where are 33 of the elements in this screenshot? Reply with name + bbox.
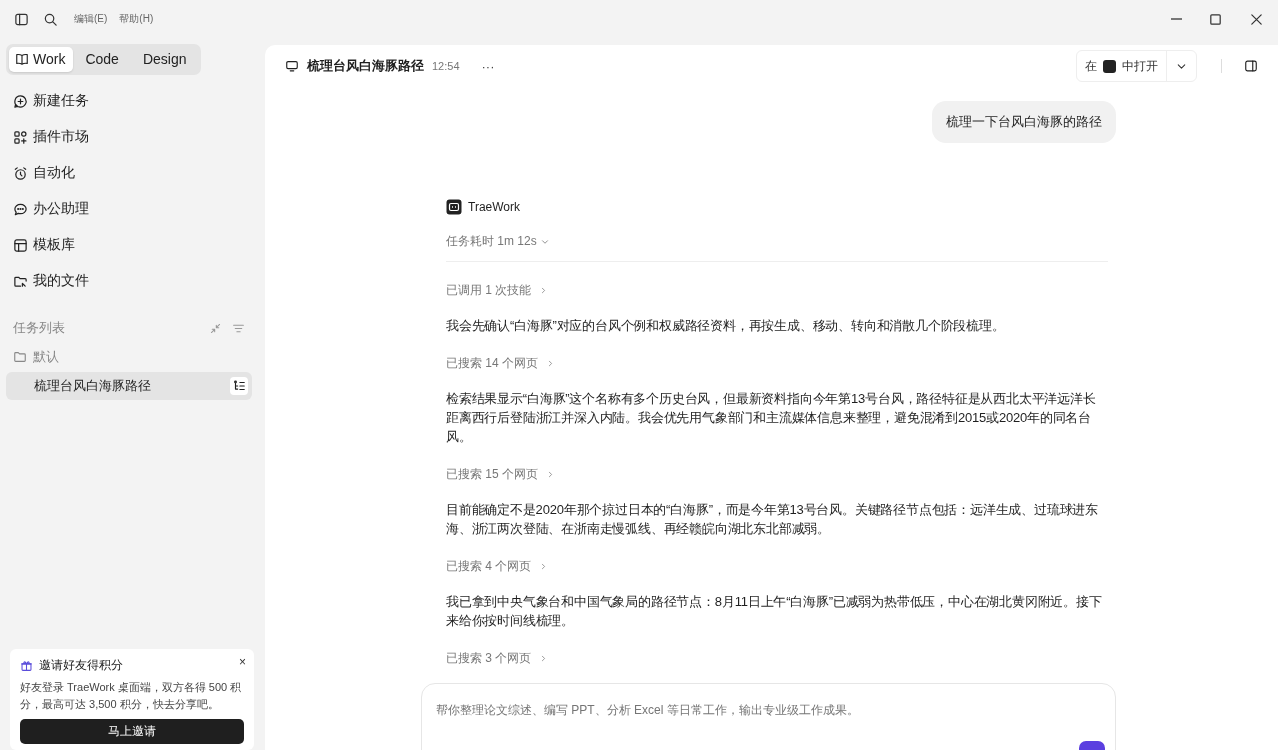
- step-toggle[interactable]: 已搜索 15 个网页: [446, 465, 1108, 483]
- step-toggle[interactable]: 已搜索 3 个网页: [446, 649, 1108, 667]
- task-item[interactable]: 梳理台风白海豚路径: [6, 372, 252, 400]
- section-title: 任务列表: [13, 319, 65, 337]
- agent-paragraph: 我已拿到中央气象台和中国气象局的路径节点：8月11日上午“白海豚”已减弱为热带低压，中心在湖北黄冈附近。接下来给你按时间线梳理。: [446, 593, 1103, 630]
- duration-toggle[interactable]: 任务耗时 1m 12s: [446, 233, 1108, 262]
- invite-text: 好友登录 TraeWork 桌面端，双方各得 500 积分，最高可达 3,500 积分，快去分享吧。: [20, 680, 243, 712]
- open-in-button[interactable]: 在 中打开: [1076, 50, 1197, 82]
- invite-button[interactable]: 马上邀请: [20, 719, 244, 744]
- nav-item[interactable]: 插件市场: [6, 119, 252, 155]
- mode-tab[interactable]: Work: [9, 47, 74, 72]
- nav-item[interactable]: 新建任务: [6, 83, 252, 119]
- agent-name: TraeWork: [468, 200, 520, 214]
- step-toggle[interactable]: 已搜索 4 个网页: [446, 557, 1108, 575]
- nav-item[interactable]: 我的文件: [6, 263, 252, 299]
- agent-paragraph: 我会先确认“白海豚”对应的台风个例和权威路径资料，再按生成、移动、转向和消散几个阶段梳理。: [446, 317, 1006, 335]
- agent-paragraph: 目前能确定不是2020年那个掠过日本的“白海豚”，而是今年第13号台风。关键路径节点包括：远洋生成、过琉球进东海、浙江两次登陆、在浙南走慢弧线、再经赣皖向湖北东北部减弱。: [446, 501, 1100, 538]
- menu-item[interactable]: 帮助(H): [119, 12, 154, 26]
- chat-time: 12:54: [432, 60, 460, 72]
- mode-tab[interactable]: Design: [130, 47, 199, 72]
- invite-title: 邀请好友得积分: [39, 657, 123, 674]
- nav-item[interactable]: 办公助理: [6, 191, 252, 227]
- agent-paragraph: 检索结果显示“白海豚”这个名称有多个历史台风，但最新资料指向今年第13号台风，路径特征是从西北太平洋远洋长距离西行后登陆浙江并深入内陆。我会优先用气象部门和主流媒体信息来整理，避免混淆到2015或2020年的同名台风。: [446, 390, 1097, 446]
- chat-title: 梳理台风白海豚路径: [307, 57, 424, 75]
- more-button[interactable]: ···: [481, 58, 495, 74]
- menu-item[interactable]: 编辑(E): [74, 12, 108, 26]
- close-button[interactable]: ×: [239, 655, 246, 669]
- mode-tab[interactable]: Code: [73, 47, 131, 72]
- nav-item[interactable]: 模板库: [6, 227, 252, 263]
- user-message: 梳理一下台风白海豚的路径: [932, 101, 1116, 143]
- step-toggle[interactable]: 已调用 1 次技能: [446, 281, 1108, 299]
- step-toggle[interactable]: 已搜索 14 个网页: [446, 354, 1108, 372]
- nav-item[interactable]: 自动化: [6, 155, 252, 191]
